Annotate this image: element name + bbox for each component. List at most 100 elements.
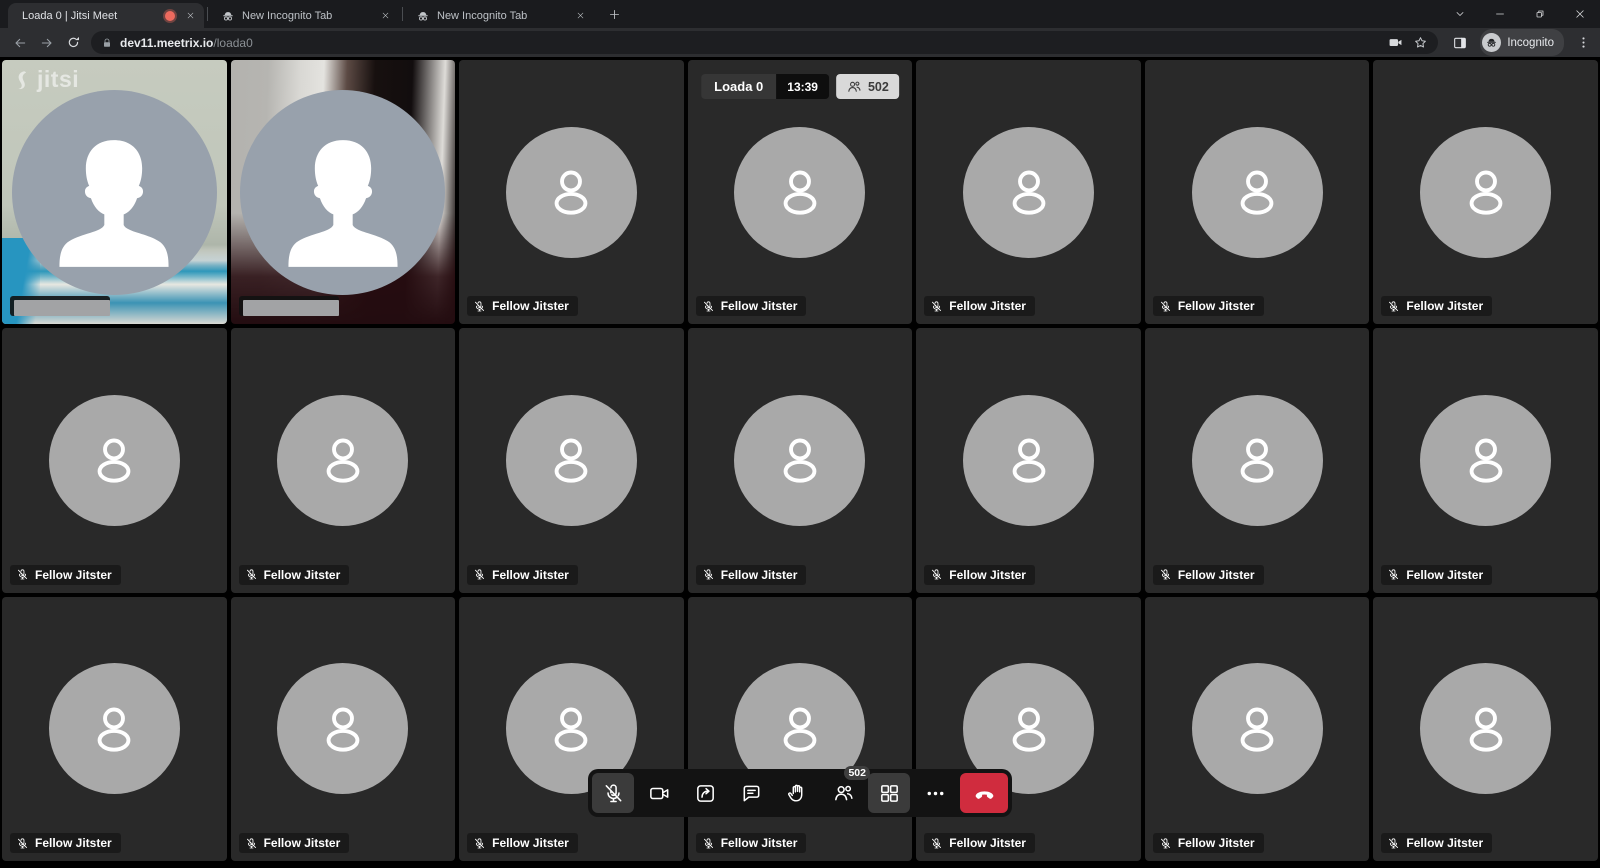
tab-media-indicator [165, 11, 175, 21]
camera-icon [648, 782, 671, 805]
person-outline-icon [532, 153, 610, 231]
participant-name-label: Fellow Jitster [924, 565, 1035, 585]
participant-tile[interactable]: Fellow Jitster [688, 597, 913, 861]
jitsi-watermark-text: jitsi [37, 66, 79, 93]
participant-name: Fellow Jitster [949, 568, 1026, 582]
tab-new-incognito-2[interactable]: New Incognito Tab [406, 3, 594, 28]
participant-tile[interactable]: Fellow Jitster [1145, 60, 1370, 324]
participant-tile[interactable]: Fellow Jitster [459, 60, 684, 324]
url-host: dev11.meetrix.io [120, 36, 213, 50]
participant-tile[interactable]: Fellow Jitster [2, 597, 227, 861]
participant-avatar [1420, 127, 1551, 258]
bookmark-star-icon[interactable] [1413, 35, 1428, 50]
reload-button[interactable] [60, 29, 87, 56]
browser-menu-button[interactable] [1572, 29, 1594, 56]
mic-muted-icon [245, 568, 258, 581]
more-actions-button[interactable] [914, 773, 956, 813]
participant-tile[interactable]: Fellow Jitster [459, 597, 684, 861]
participant-name-label: Fellow Jitster [924, 833, 1035, 853]
chat-button[interactable] [730, 773, 772, 813]
tab-close-icon[interactable] [182, 8, 198, 24]
participant-avatar [240, 90, 445, 295]
new-tab-button[interactable] [602, 2, 626, 26]
tile-view-button[interactable] [868, 773, 910, 813]
mic-muted-icon [245, 837, 258, 850]
tab-jitsi-meet[interactable]: Loada 0 | Jitsi Meet [8, 3, 204, 28]
participant-name-label: Fellow Jitster [239, 833, 350, 853]
participant-tile[interactable]: Fellow Jitster [916, 597, 1141, 861]
participant-name: Fellow Jitster [949, 299, 1026, 313]
participant-tile[interactable]: Fellow Jitster [1145, 597, 1370, 861]
participant-name-label: Fellow Jitster [924, 296, 1035, 316]
participant-name-label: Fellow Jitster [1153, 296, 1264, 316]
minimize-button[interactable] [1480, 0, 1520, 28]
participant-tile[interactable]: Fellow Jitster [916, 328, 1141, 592]
participant-tile[interactable]: Fellow Jitster [916, 60, 1141, 324]
person-silhouette-icon [255, 119, 431, 295]
participant-name: Fellow Jitster [1178, 836, 1255, 850]
close-window-button[interactable] [1560, 0, 1600, 28]
participant-tile[interactable]: Fellow Jitster [2, 328, 227, 592]
participant-name: Fellow Jitster [35, 836, 112, 850]
participant-tile[interactable]: Fellow Jitster [1373, 60, 1598, 324]
participant-avatar [277, 663, 408, 794]
mute-audio-button[interactable] [592, 773, 634, 813]
back-button[interactable] [6, 29, 33, 56]
tab-close-icon[interactable] [572, 8, 588, 24]
camera-in-use-icon[interactable] [1388, 35, 1403, 50]
participant-tile[interactable]: Fellow Jitster [231, 328, 456, 592]
subject-pill: Loada 0 13:39 [701, 74, 829, 99]
participant-avatar [49, 663, 180, 794]
participant-name: Fellow Jitster [721, 299, 798, 313]
participant-name: Fellow Jitster [1406, 568, 1483, 582]
forward-button[interactable] [33, 29, 60, 56]
incognito-icon [416, 9, 430, 23]
tab-close-icon[interactable] [377, 8, 393, 24]
participant-name-label-redacted [239, 296, 339, 316]
participant-name-label: Fellow Jitster [467, 833, 578, 853]
tab-title: Loada 0 | Jitsi Meet [22, 10, 161, 22]
participant-tile[interactable]: Fellow Jitster [1373, 328, 1598, 592]
meeting-stage: jitsiFellow JitsterFellow JitsterFellow … [0, 57, 1600, 868]
participant-name: Fellow Jitster [1178, 299, 1255, 313]
person-outline-icon [990, 690, 1068, 768]
person-outline-icon [761, 153, 839, 231]
participant-name-label: Fellow Jitster [696, 833, 807, 853]
participant-tile[interactable]: Fellow Jitster [459, 328, 684, 592]
address-bar[interactable]: dev11.meetrix.io /loada0 [91, 31, 1438, 54]
redacted-name-block [243, 300, 339, 316]
participant-tile[interactable]: Fellow Jitster [688, 60, 913, 324]
participant-tile[interactable] [231, 60, 456, 324]
participants-grid: jitsiFellow JitsterFellow JitsterFellow … [0, 57, 1600, 868]
participant-tile[interactable]: Fellow Jitster [231, 597, 456, 861]
hangup-button[interactable] [960, 773, 1008, 813]
maximize-button[interactable] [1520, 0, 1560, 28]
incognito-badge[interactable]: Incognito [1480, 29, 1564, 56]
participant-count: 502 [868, 80, 889, 94]
participant-count-pill[interactable]: 502 [836, 74, 899, 99]
participant-name: Fellow Jitster [1406, 836, 1483, 850]
person-outline-icon [990, 153, 1068, 231]
participant-name: Fellow Jitster [492, 836, 569, 850]
participant-name-label: Fellow Jitster [696, 296, 807, 316]
participant-avatar [963, 395, 1094, 526]
tab-divider [402, 7, 403, 21]
participant-tile[interactable]: Fellow Jitster [1145, 328, 1370, 592]
lock-icon [101, 37, 113, 49]
tab-search-button[interactable] [1440, 0, 1480, 28]
participant-name: Fellow Jitster [949, 836, 1026, 850]
participant-tile[interactable]: jitsi [2, 60, 227, 324]
screen-share-button[interactable] [684, 773, 726, 813]
tab-new-incognito-1[interactable]: New Incognito Tab [211, 3, 399, 28]
participants-button[interactable]: 502 [822, 773, 864, 813]
participant-name: Fellow Jitster [264, 568, 341, 582]
side-panel-button[interactable] [1446, 29, 1474, 57]
meeting-toolbar: 502 [588, 769, 1012, 817]
person-outline-icon [304, 421, 382, 499]
raise-hand-button[interactable] [776, 773, 818, 813]
participant-tile[interactable]: Fellow Jitster [688, 328, 913, 592]
participant-tile[interactable]: Fellow Jitster [1373, 597, 1598, 861]
window-controls [1440, 0, 1600, 28]
participant-avatar [1420, 663, 1551, 794]
camera-button[interactable] [638, 773, 680, 813]
